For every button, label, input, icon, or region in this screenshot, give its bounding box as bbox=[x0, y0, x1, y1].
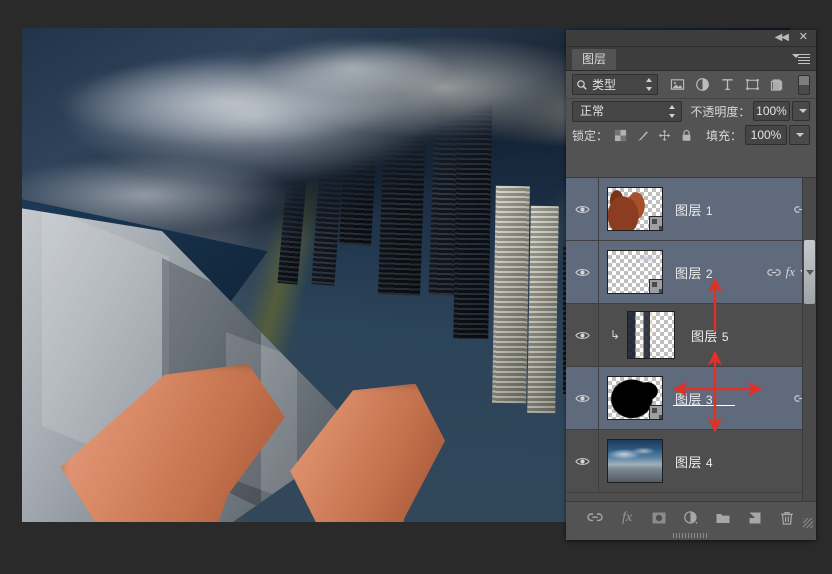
new-layer-button[interactable] bbox=[747, 510, 763, 526]
fill-label: 填充： bbox=[705, 128, 742, 143]
layer-visibility-toggle[interactable] bbox=[566, 367, 599, 429]
layer-visibility-toggle[interactable] bbox=[566, 430, 599, 492]
layer-name[interactable]: 图层 1 bbox=[671, 200, 756, 219]
layer-list-scrollbar-thumb[interactable] bbox=[804, 240, 815, 304]
panel-resize-grip[interactable] bbox=[673, 533, 709, 538]
layer-thumbnail-cell[interactable] bbox=[599, 250, 671, 294]
layer-visibility-toggle[interactable] bbox=[566, 304, 599, 366]
layer-name[interactable]: 图层 4 bbox=[671, 452, 756, 471]
layers-panel[interactable]: ◀◀ ✕ 图层 类型 正常 不透明度： 100% 锁定： 填充： 100% 图层… bbox=[566, 30, 816, 540]
opacity-input[interactable]: 100% bbox=[753, 101, 790, 121]
fx-icon[interactable]: fx bbox=[786, 264, 795, 280]
eye-icon bbox=[574, 457, 590, 465]
layer-mask-badge bbox=[649, 216, 662, 230]
filter-smartobject-icon[interactable] bbox=[770, 77, 785, 92]
panel-tab-bar: 图层 bbox=[566, 47, 816, 71]
tab-layers[interactable]: 图层 bbox=[572, 49, 617, 70]
layer-row-3[interactable]: 图层 3 bbox=[566, 367, 816, 430]
panel-resize-corner[interactable] bbox=[803, 518, 813, 528]
lock-row: 锁定： 填充： 100% bbox=[566, 123, 816, 147]
opacity-dropdown-button[interactable] bbox=[791, 101, 810, 121]
layer-thumbnail[interactable] bbox=[607, 439, 663, 483]
blend-mode-select[interactable]: 正常 bbox=[572, 100, 683, 122]
search-icon bbox=[577, 79, 587, 90]
blend-mode-row: 正常 不透明度： 100% bbox=[566, 99, 816, 123]
lock-transparent-pixels-icon[interactable] bbox=[614, 129, 627, 142]
add-layer-mask-button[interactable] bbox=[651, 510, 667, 526]
layer-visibility-toggle[interactable] bbox=[566, 241, 599, 303]
layer-visibility-toggle[interactable] bbox=[566, 178, 599, 240]
fill-dropdown-button[interactable] bbox=[789, 125, 810, 145]
eye-icon bbox=[574, 268, 590, 276]
fill-input[interactable]: 100% bbox=[745, 125, 787, 145]
blend-mode-stepper[interactable] bbox=[669, 104, 676, 118]
layer-thumbnail[interactable] bbox=[607, 250, 663, 294]
layer-mask-badge bbox=[649, 279, 662, 293]
layers-footer-buttons: fx bbox=[566, 502, 816, 531]
filter-enable-toggle[interactable] bbox=[798, 74, 810, 95]
layer-row-4[interactable]: 图层 4 bbox=[566, 430, 816, 493]
photoshop-window: ◀◀ ✕ 图层 类型 正常 不透明度： 100% 锁定： 填充： 100% 图层… bbox=[0, 0, 832, 574]
collapse-panel-icon[interactable]: ◀◀ bbox=[775, 32, 789, 44]
opacity-label: 不透明度： bbox=[690, 104, 751, 119]
layer-row-1[interactable]: 图层 1 bbox=[566, 178, 816, 241]
new-group-button[interactable] bbox=[715, 510, 731, 526]
layer-name[interactable]: 图层 5 bbox=[687, 326, 756, 345]
layers-panel-footer: fx bbox=[566, 501, 816, 540]
layer-list[interactable]: 图层 1 图层 2 fx ↳ 图层 5 图层 3 图层 4 bbox=[566, 177, 816, 502]
lock-icon-group bbox=[614, 129, 693, 142]
link-icon[interactable] bbox=[766, 268, 781, 277]
lock-label: 锁定： bbox=[572, 128, 609, 143]
blend-mode-value: 正常 bbox=[580, 103, 605, 118]
link-layers-button[interactable] bbox=[587, 510, 603, 526]
layer-thumbnail-cell[interactable] bbox=[599, 187, 671, 231]
layer-style-button[interactable]: fx bbox=[619, 510, 635, 526]
filter-kind-select[interactable]: 类型 bbox=[572, 74, 658, 95]
layer-name[interactable]: 图层 3 bbox=[671, 389, 756, 408]
lock-all-icon[interactable] bbox=[680, 129, 693, 142]
filter-kind-label: 类型 bbox=[592, 78, 617, 92]
new-adjustment-layer-button[interactable] bbox=[683, 510, 699, 526]
layer-thumbnail[interactable] bbox=[607, 187, 663, 231]
delete-layer-button[interactable] bbox=[779, 510, 795, 526]
layer-list-scrollbar[interactable] bbox=[802, 178, 816, 502]
filter-pixel-icon[interactable] bbox=[670, 77, 685, 92]
layer-thumbnail-cell[interactable] bbox=[599, 311, 687, 359]
filter-adjustment-icon[interactable] bbox=[695, 77, 710, 92]
annotation-underline bbox=[673, 404, 735, 406]
lock-image-pixels-icon[interactable] bbox=[636, 129, 649, 142]
layer-row-5[interactable]: ↳ 图层 5 bbox=[566, 304, 816, 367]
panel-menu-icon[interactable] bbox=[792, 52, 810, 64]
layer-row-2[interactable]: 图层 2 fx bbox=[566, 241, 816, 304]
filter-type-icon[interactable] bbox=[720, 77, 735, 92]
layer-mask-badge bbox=[649, 405, 662, 419]
layer-thumbnail[interactable] bbox=[607, 376, 663, 420]
eye-icon bbox=[574, 205, 590, 213]
layer-thumbnail-cell[interactable] bbox=[599, 376, 671, 420]
layer-thumbnail[interactable] bbox=[627, 311, 675, 359]
layer-filter-row: 类型 bbox=[566, 71, 816, 99]
filter-kind-stepper[interactable] bbox=[646, 78, 653, 91]
eye-icon bbox=[574, 331, 590, 339]
filter-icon-group bbox=[670, 77, 785, 92]
layer-name[interactable]: 图层 2 bbox=[671, 263, 756, 282]
eye-icon bbox=[574, 394, 590, 402]
close-icon[interactable]: ✕ bbox=[799, 31, 808, 44]
filter-shape-icon[interactable] bbox=[745, 77, 760, 92]
layer-thumbnail-cell[interactable] bbox=[599, 439, 671, 483]
lock-position-icon[interactable] bbox=[658, 129, 671, 142]
panel-title-bar: ◀◀ ✕ bbox=[566, 30, 816, 47]
